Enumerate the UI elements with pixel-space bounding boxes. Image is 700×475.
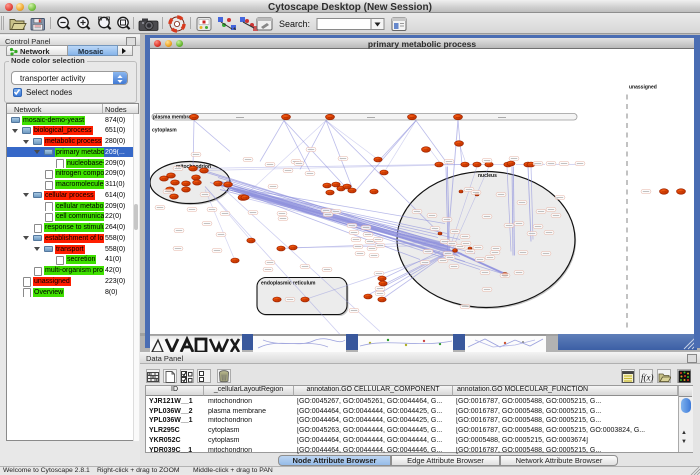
svg-text:endoplasmic reticulum: endoplasmic reticulum [261,280,316,286]
svg-text:cytoplasm: cytoplasm [152,127,177,133]
svg-text:Search:: Search: [279,19,310,29]
svg-text:unassigned: unassigned [629,84,657,90]
svg-text:f(x): f(x) [641,373,654,383]
svg-text:nucleus: nucleus [478,173,497,179]
